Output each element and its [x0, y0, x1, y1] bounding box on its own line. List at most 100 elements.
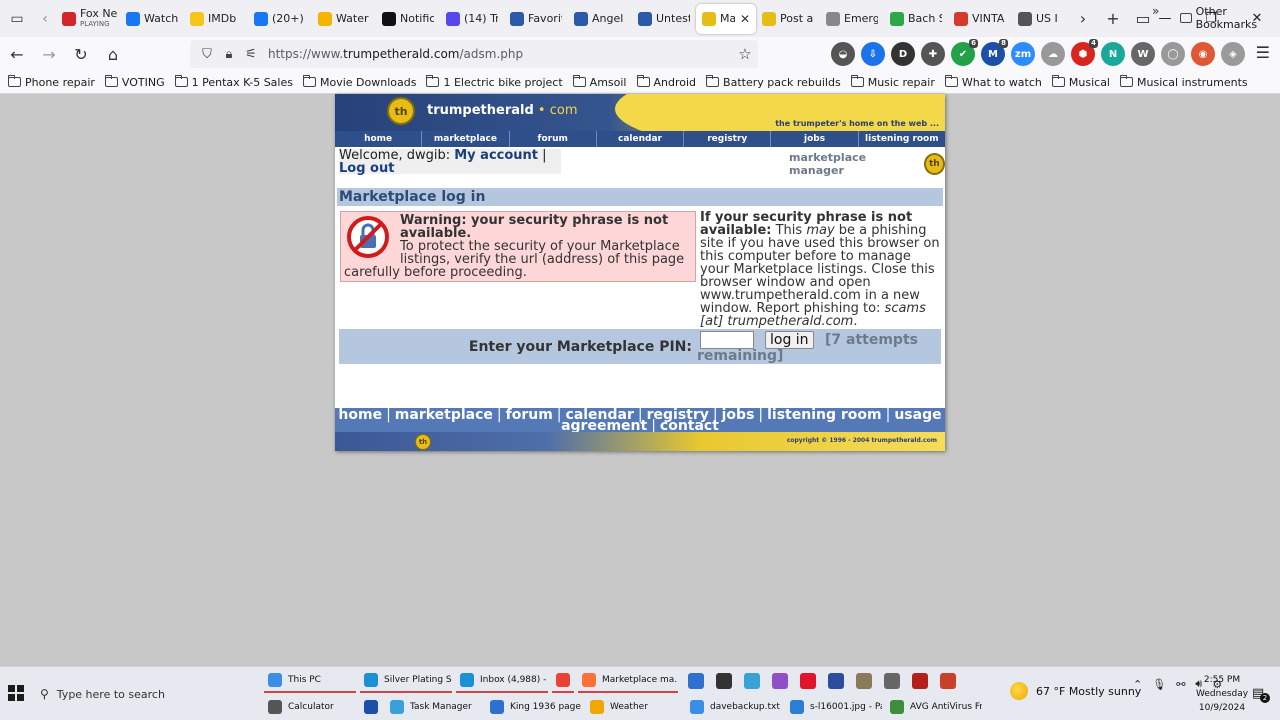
- bookmark-item[interactable]: Musical: [1051, 75, 1110, 89]
- d-profile-icon[interactable]: D: [891, 42, 915, 66]
- browser-tab[interactable]: Watch: [120, 4, 184, 34]
- w-icon[interactable]: W: [1131, 42, 1155, 66]
- menu-item-listening-room[interactable]: listening room: [859, 131, 945, 147]
- more-bookmarks-chevron-icon[interactable]: »: [1152, 4, 1159, 18]
- browser-tab[interactable]: Fox Ne PLAYING: [56, 4, 120, 34]
- bookmark-item[interactable]: Android: [636, 75, 696, 89]
- back-button[interactable]: ←: [2, 39, 32, 69]
- opera-icon[interactable]: [796, 669, 820, 693]
- url-bar[interactable]: ⛉ 🔒︎ ⚟ https://www.trumpetherald.com/ads…: [190, 40, 758, 68]
- taskbar-app[interactable]: [360, 696, 382, 720]
- windows-start-icon[interactable]: [8, 685, 24, 701]
- duckduckgo-icon[interactable]: ◉: [1191, 42, 1215, 66]
- taskbar-app[interactable]: AVG AntiVirus Free: [886, 696, 982, 720]
- ring-icon[interactable]: ◯: [1161, 42, 1185, 66]
- taskbar-app[interactable]: [552, 669, 574, 693]
- printer-icon[interactable]: [880, 669, 904, 693]
- browser-tab[interactable]: Post a: [756, 4, 820, 34]
- menu-item-forum[interactable]: forum: [510, 131, 597, 147]
- scroll-tabs-left-icon[interactable]: ‹: [34, 0, 56, 37]
- bookmark-item[interactable]: 1 Pentax K-5 Sales: [174, 75, 293, 89]
- taskbar-app[interactable]: Task Manager: [386, 696, 482, 720]
- menu-hamburger-icon[interactable]: ☰: [1256, 43, 1270, 62]
- zoom-icon[interactable]: zm: [1011, 42, 1035, 66]
- pocket-icon[interactable]: ◒: [831, 42, 855, 66]
- browser-tab[interactable]: Emerg: [820, 4, 884, 34]
- taskbar-app[interactable]: davebackup.txt -...: [686, 696, 782, 720]
- extensions-icon[interactable]: ✚: [921, 42, 945, 66]
- purple-app-icon[interactable]: [768, 669, 792, 693]
- image-icon[interactable]: [740, 669, 764, 693]
- browser-tab[interactable]: (14) Tr: [440, 4, 504, 34]
- red-app-icon[interactable]: [936, 669, 960, 693]
- close-tab-icon[interactable]: ✕: [740, 12, 750, 26]
- media-icon[interactable]: [712, 669, 736, 693]
- bookmark-item[interactable]: VOTING: [104, 75, 165, 89]
- footer-link-jobs[interactable]: jobs: [722, 407, 755, 423]
- browser-tab[interactable]: Untest: [632, 4, 696, 34]
- download-icon[interactable]: ⇩: [861, 42, 885, 66]
- bookmark-item[interactable]: Music repair: [850, 75, 935, 89]
- my-account-link[interactable]: My account: [454, 148, 538, 163]
- footer-link-forum[interactable]: forum: [506, 407, 553, 423]
- trumpetherald-logo-icon[interactable]: th: [387, 97, 415, 125]
- n-icon[interactable]: N: [1101, 42, 1125, 66]
- menu-item-calendar[interactable]: calendar: [597, 131, 685, 147]
- browser-tab[interactable]: Angel: [568, 4, 632, 34]
- shield-check-icon[interactable]: ✔ 6: [951, 39, 978, 66]
- store-icon[interactable]: [684, 669, 708, 693]
- network-icon[interactable]: ⚯: [1176, 678, 1185, 691]
- taskbar-app[interactable]: s-l16001.jpg - Paint: [786, 696, 882, 720]
- bookmark-item[interactable]: 1 Electric bike project: [426, 75, 563, 89]
- taskbar-app[interactable]: King 1936 page 8...: [486, 696, 582, 720]
- blue-app-icon[interactable]: [824, 669, 848, 693]
- taskbar-app[interactable]: Inbox (4,988) - d...: [456, 669, 548, 693]
- taskbar-app[interactable]: Weather: [586, 696, 682, 720]
- bookmark-item[interactable]: Battery pack rebuilds: [706, 75, 841, 89]
- reload-button[interactable]: ↻: [66, 39, 96, 69]
- site-name[interactable]: trumpetherald • com: [427, 103, 577, 118]
- browser-tab[interactable]: Bach S: [884, 4, 948, 34]
- bookmark-star-icon[interactable]: ☆: [732, 45, 758, 63]
- browser-tab[interactable]: VINTA: [948, 4, 1012, 34]
- notifications-icon[interactable]: ▤ 2: [1252, 686, 1270, 703]
- bookmark-item[interactable]: Amsoil: [572, 75, 627, 89]
- browser-tab[interactable]: IMDb: [184, 4, 248, 34]
- new-tab-button[interactable]: +: [1098, 0, 1128, 37]
- taskbar-app[interactable]: Calculator: [264, 696, 356, 720]
- footer-link-listening-room[interactable]: listening room: [767, 407, 881, 423]
- taskbar-search[interactable]: ⚲ Type here to search: [34, 681, 262, 707]
- menu-item-marketplace[interactable]: marketplace: [422, 131, 510, 147]
- bookmark-item[interactable]: Movie Downloads: [302, 75, 416, 89]
- video-icon[interactable]: [908, 669, 932, 693]
- gimp-icon[interactable]: [852, 669, 876, 693]
- privacy-shield-icon[interactable]: ◈: [1221, 42, 1245, 66]
- log-in-button[interactable]: log in: [765, 331, 814, 349]
- footer-link-marketplace[interactable]: marketplace: [395, 407, 493, 423]
- chevron-up-icon[interactable]: ⌃: [1133, 678, 1142, 691]
- taskbar-app[interactable]: Silver Plating Sol...: [360, 669, 452, 693]
- lock-icon[interactable]: 🔒︎: [218, 47, 240, 62]
- malwarebytes-icon[interactable]: M8: [981, 39, 1008, 66]
- browser-tab[interactable]: Favorit: [504, 4, 568, 34]
- tracking-shield-icon[interactable]: ⛉: [196, 47, 218, 62]
- bookmark-item[interactable]: Musical instruments: [1120, 75, 1248, 89]
- log-out-link[interactable]: Log out: [339, 161, 394, 176]
- taskbar-weather[interactable]: 67 °F Mostly sunny: [1010, 682, 1141, 700]
- other-bookmarks[interactable]: Other Bookmarks: [1180, 5, 1280, 31]
- red-shield-icon[interactable]: ⬢ 4: [1071, 39, 1098, 66]
- scroll-tabs-right-icon[interactable]: ›: [1068, 0, 1098, 37]
- cloud-icon[interactable]: ☁: [1041, 42, 1065, 66]
- microphone-icon[interactable]: 🎙︎: [1152, 678, 1166, 691]
- url-text[interactable]: https://www.trumpetherald.com/adsm.php: [268, 47, 732, 61]
- menu-item-jobs[interactable]: jobs: [771, 131, 859, 147]
- home-button[interactable]: ⌂: [98, 39, 128, 69]
- taskbar-app[interactable]: This PC: [264, 669, 356, 693]
- taskbar-app[interactable]: Marketplace ma...: [578, 669, 678, 693]
- tab-list-icon[interactable]: ▭: [0, 0, 34, 37]
- menu-item-home[interactable]: home: [335, 131, 423, 147]
- menu-item-registry[interactable]: registry: [684, 131, 772, 147]
- footer-link-home[interactable]: home: [338, 407, 382, 423]
- browser-tab[interactable]: Water: [312, 4, 376, 34]
- bookmark-item[interactable]: What to watch: [944, 75, 1042, 89]
